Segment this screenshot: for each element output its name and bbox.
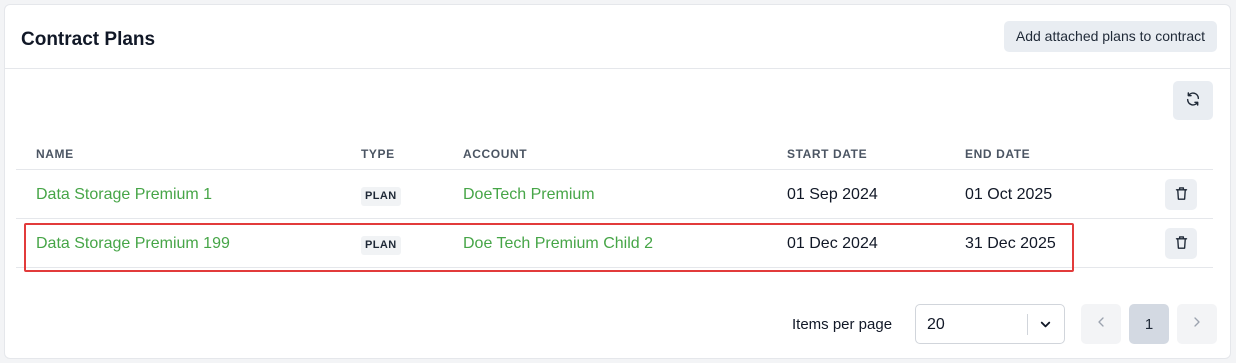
- next-page-button[interactable]: [1177, 304, 1217, 344]
- table-header: NAME TYPE ACCOUNT START DATE END DATE: [16, 135, 1213, 170]
- delete-row-button[interactable]: [1165, 179, 1197, 210]
- delete-row-button[interactable]: [1165, 228, 1197, 259]
- column-header-end-date: END DATE: [965, 147, 1031, 161]
- chevron-down-icon[interactable]: [1038, 317, 1053, 337]
- start-date: 01 Sep 2024: [787, 186, 878, 203]
- items-per-page-label: Items per page: [792, 316, 893, 333]
- end-date: 01 Oct 2025: [965, 186, 1053, 203]
- trash-icon: [1174, 235, 1189, 253]
- page-number-button[interactable]: 1: [1129, 304, 1169, 344]
- plan-name-link[interactable]: Data Storage Premium 199: [36, 235, 230, 253]
- account-link[interactable]: Doe Tech Premium Child 2: [463, 235, 653, 253]
- type-badge: PLAN: [361, 236, 401, 255]
- select-divider: [1027, 314, 1028, 335]
- column-header-name: NAME: [36, 147, 74, 161]
- chevron-left-icon: [1093, 314, 1109, 335]
- column-header-type: TYPE: [361, 147, 395, 161]
- table-row: Data Storage Premium 199 PLAN Doe Tech P…: [16, 219, 1213, 268]
- column-header-account: ACCOUNT: [463, 147, 528, 161]
- items-per-page-value: 20: [927, 316, 945, 333]
- add-attached-plans-button[interactable]: Add attached plans to contract: [1003, 21, 1217, 52]
- start-date: 01 Dec 2024: [787, 235, 878, 252]
- previous-page-button[interactable]: [1081, 304, 1121, 344]
- refresh-button[interactable]: [1173, 81, 1213, 120]
- card-header: Contract Plans Add attached plans to con…: [5, 5, 1230, 69]
- column-header-start-date: START DATE: [787, 147, 868, 161]
- type-badge: PLAN: [361, 187, 401, 206]
- table-row: Data Storage Premium 1 PLAN DoeTech Prem…: [16, 170, 1213, 219]
- account-link[interactable]: DoeTech Premium: [463, 186, 595, 204]
- trash-icon: [1174, 186, 1189, 204]
- plans-table: NAME TYPE ACCOUNT START DATE END DATE Da…: [16, 135, 1213, 268]
- plan-name-link[interactable]: Data Storage Premium 1: [36, 186, 212, 204]
- refresh-icon: [1185, 91, 1201, 110]
- items-per-page-select[interactable]: 20: [915, 304, 1065, 344]
- chevron-right-icon: [1189, 314, 1205, 335]
- end-date: 31 Dec 2025: [965, 235, 1056, 252]
- page-title: Contract Plans: [21, 29, 156, 50]
